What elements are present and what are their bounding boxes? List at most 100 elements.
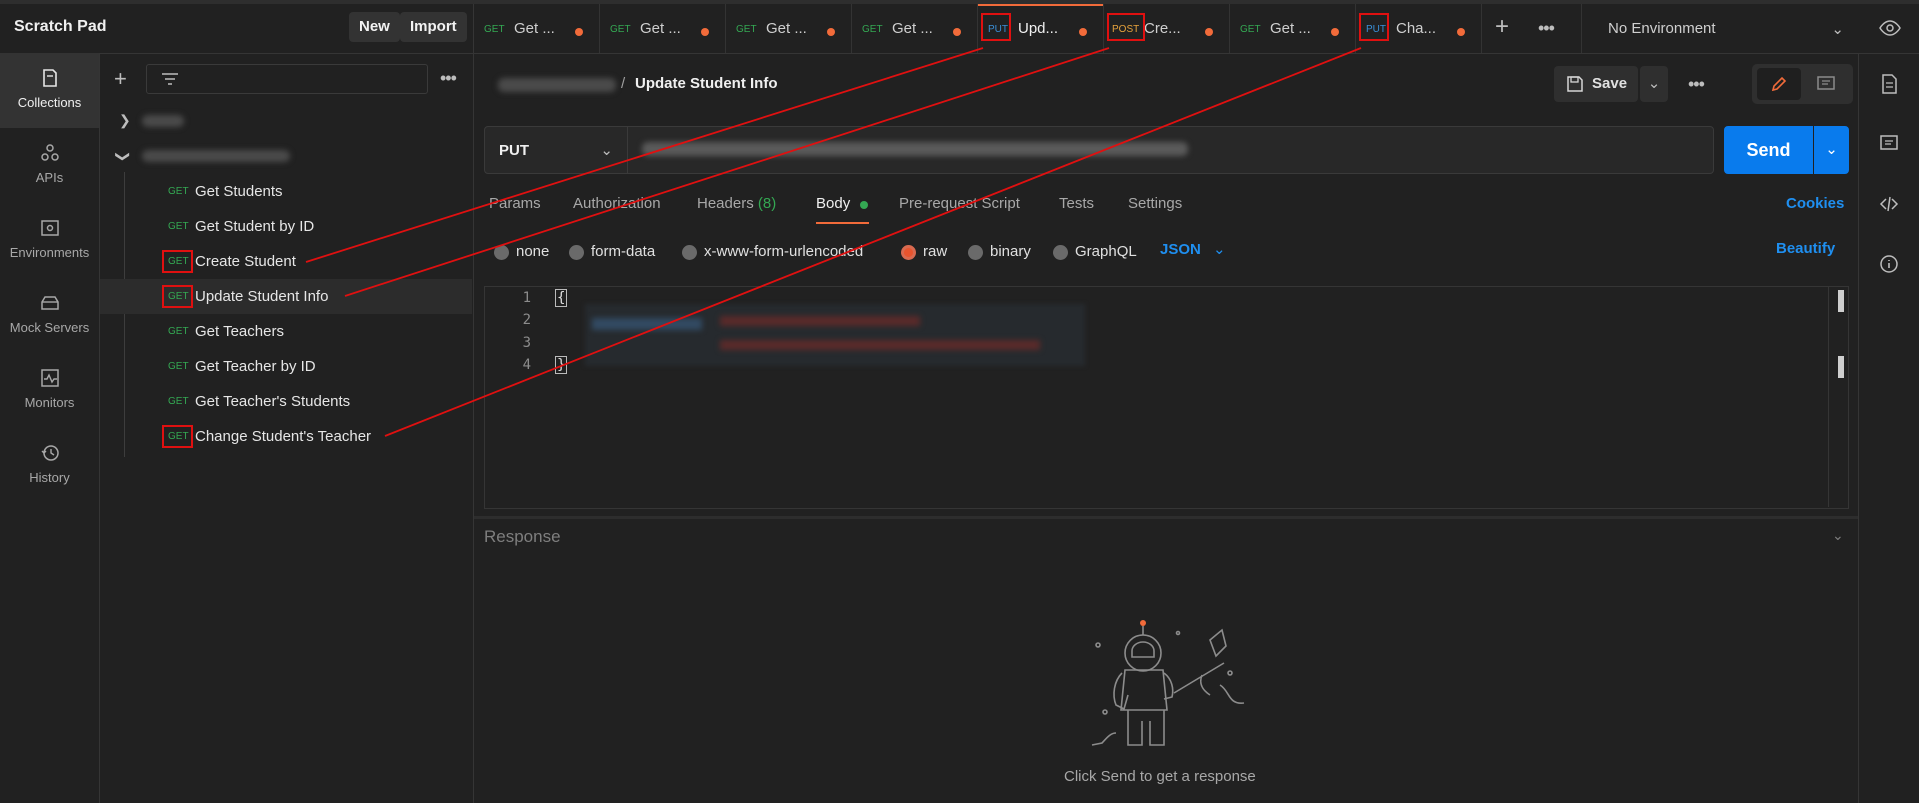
request-name: Create Student (195, 253, 296, 270)
apis-icon (40, 144, 59, 161)
chevron-down-icon: ⌄ (1213, 241, 1226, 258)
headers-count: (8) (757, 195, 777, 212)
chevron-down-icon[interactable]: ⌄ (1832, 527, 1844, 544)
import-button[interactable]: Import (400, 12, 467, 42)
filter-input[interactable] (146, 64, 428, 94)
format-select[interactable]: JSON ⌄ (1160, 240, 1226, 258)
method-select[interactable]: PUT ⌄ (484, 126, 628, 174)
tab-options-icon[interactable]: ••• (1538, 18, 1555, 39)
code-icon[interactable] (1878, 193, 1900, 215)
annotation-box (162, 250, 193, 273)
request-name: Update Student Info (195, 288, 329, 305)
new-tab-button[interactable]: + (1495, 13, 1509, 41)
nav-collections[interactable]: Collections (0, 53, 99, 128)
tab-headers-label: Headers (697, 195, 754, 212)
radio-label: none (516, 243, 550, 260)
info-icon[interactable] (1878, 253, 1900, 275)
radio-circle (682, 245, 697, 260)
tree-request-item[interactable]: GET Get Students (100, 174, 472, 209)
tree-request-item[interactable]: GET Change Student's Teacher (100, 419, 472, 454)
save-button[interactable]: Save (1554, 66, 1638, 102)
request-tab-active[interactable]: PUT Upd... (978, 4, 1104, 53)
radio-circle (494, 245, 509, 260)
tab-pre-request-script[interactable]: Pre-request Script (899, 195, 1020, 212)
request-name: Get Teacher by ID (195, 358, 316, 375)
tab-authorization[interactable]: Authorization (573, 195, 661, 212)
method-badge: GET (168, 221, 189, 232)
collection-breadcrumb-blurred[interactable] (498, 78, 616, 92)
tab-name: Upd... (1018, 20, 1059, 37)
unsaved-dot (575, 28, 583, 36)
tree-request-item[interactable]: GET Get Teachers (100, 314, 472, 349)
radio-label: form-data (591, 243, 656, 260)
request-title[interactable]: Update Student Info (635, 75, 778, 92)
environment-select[interactable]: No Environment ⌄ (1581, 4, 1858, 53)
request-options-icon[interactable]: ••• (1688, 74, 1705, 95)
more-options-icon[interactable]: ••• (440, 68, 457, 89)
tab-method: GET (1240, 24, 1261, 35)
request-tab[interactable]: POST Cre... (1104, 4, 1230, 53)
annotation-box (1359, 13, 1389, 41)
method-badge: GET (168, 326, 189, 337)
active-tab-underline (816, 222, 869, 224)
nav-history[interactable]: History (0, 428, 99, 503)
new-button[interactable]: New (349, 12, 400, 42)
tree-request-item-selected[interactable]: GET Update Student Info (100, 279, 472, 314)
eye-icon[interactable] (1878, 16, 1902, 40)
mock-servers-icon (40, 296, 59, 310)
sidebar-nav: Collections APIs Environments Mock Serve… (0, 53, 99, 803)
collection-name-blurred[interactable] (142, 150, 290, 162)
collection-name-blurred[interactable] (142, 115, 184, 127)
chevron-down-icon[interactable]: ❯ (114, 151, 131, 163)
editor-scrollbar[interactable] (1828, 287, 1847, 507)
beautify-link[interactable]: Beautify (1776, 240, 1835, 257)
tree-request-item[interactable]: GET Get Teacher's Students (100, 384, 472, 419)
send-button[interactable]: Send (1724, 126, 1813, 174)
send-options-button[interactable]: ⌄ (1814, 126, 1849, 174)
tab-params[interactable]: Params (489, 195, 541, 212)
response-divider[interactable] (474, 516, 1858, 519)
nav-apis[interactable]: APIs (0, 128, 99, 203)
tab-tests[interactable]: Tests (1059, 195, 1094, 212)
request-name: Get Teachers (195, 323, 284, 340)
chevron-down-icon: ⌄ (600, 142, 613, 159)
nav-monitors[interactable]: Monitors (0, 353, 99, 428)
nav-environments[interactable]: Environments (0, 203, 99, 278)
annotation-box (981, 13, 1011, 41)
request-tab[interactable]: GET Get ... (726, 4, 852, 53)
edit-mode-button[interactable] (1757, 68, 1801, 100)
cookies-link[interactable]: Cookies (1786, 195, 1844, 212)
tabs-divider (474, 53, 1919, 54)
request-tab[interactable]: PUT Cha... (1356, 4, 1482, 53)
tab-method: GET (610, 24, 631, 35)
request-name: Get Student by ID (195, 218, 315, 235)
comment-mode-button[interactable] (1804, 68, 1848, 100)
request-tab[interactable]: GET Get ... (474, 4, 600, 53)
response-title: Response (484, 527, 561, 546)
radio-circle (1053, 245, 1068, 260)
request-tab[interactable]: GET Get ... (1230, 4, 1356, 53)
annotation-box (162, 425, 193, 448)
tree-request-item[interactable]: GET Create Student (100, 244, 472, 279)
url-text-blurred (642, 142, 1188, 156)
tree-request-item[interactable]: GET Get Student by ID (100, 209, 472, 244)
tab-settings[interactable]: Settings (1128, 195, 1182, 212)
annotation-box (1107, 13, 1145, 41)
code-open-brace: { (555, 289, 568, 307)
comments-icon[interactable] (1878, 133, 1900, 155)
tab-body[interactable]: Body (816, 195, 850, 212)
save-options-button[interactable]: ⌄ (1640, 66, 1668, 102)
chevron-right-icon[interactable]: ❯ (119, 112, 131, 129)
unsaved-dot (1079, 28, 1087, 36)
line-number: 1 (522, 290, 531, 306)
tab-headers[interactable]: Headers (8) (697, 195, 776, 212)
request-tab[interactable]: GET Get ... (852, 4, 978, 53)
save-icon (1567, 76, 1583, 92)
nav-mock-servers[interactable]: Mock Servers (0, 278, 99, 353)
documentation-icon[interactable] (1878, 73, 1900, 95)
request-tab[interactable]: GET Get ... (600, 4, 726, 53)
tree-request-item[interactable]: GET Get Teacher by ID (100, 349, 472, 384)
method-badge: GET (168, 396, 189, 407)
add-collection-button[interactable]: + (114, 66, 127, 92)
nav-label: Monitors (24, 395, 75, 410)
